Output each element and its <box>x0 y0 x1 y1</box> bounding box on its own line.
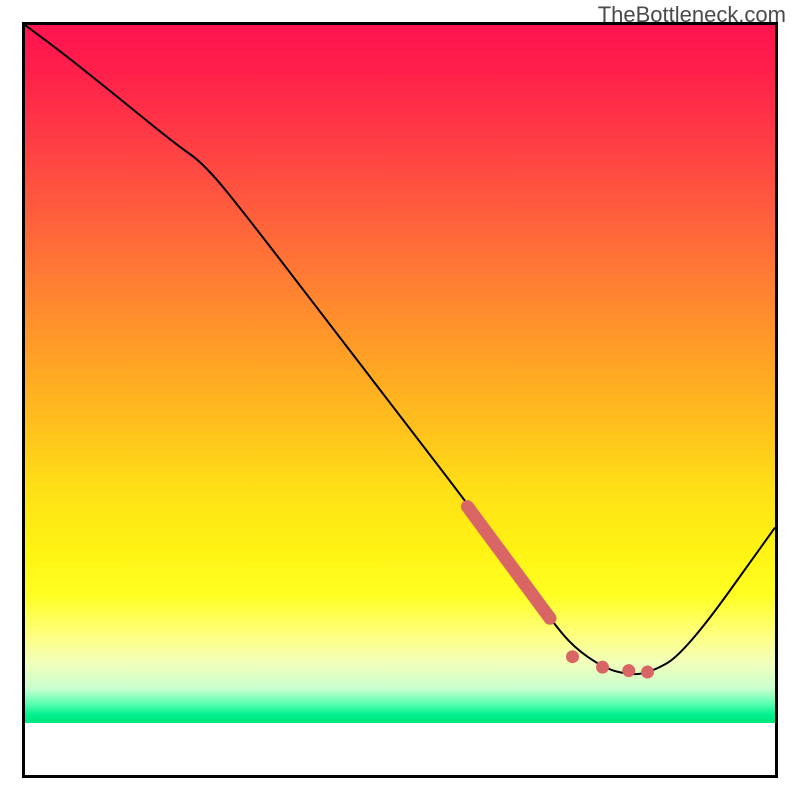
highlight-dot-3 <box>641 666 654 679</box>
bottleneck-curve <box>25 25 775 674</box>
plot-svg <box>25 25 775 775</box>
highlight-dot-0 <box>566 650 579 663</box>
chart-container: TheBottleneck.com <box>0 0 800 800</box>
watermark-text: TheBottleneck.com <box>598 2 786 28</box>
highlight-dot-2 <box>622 664 635 677</box>
highlight-segment-marker <box>468 507 551 619</box>
plot-frame <box>22 22 778 778</box>
highlight-dot-1 <box>596 661 609 674</box>
